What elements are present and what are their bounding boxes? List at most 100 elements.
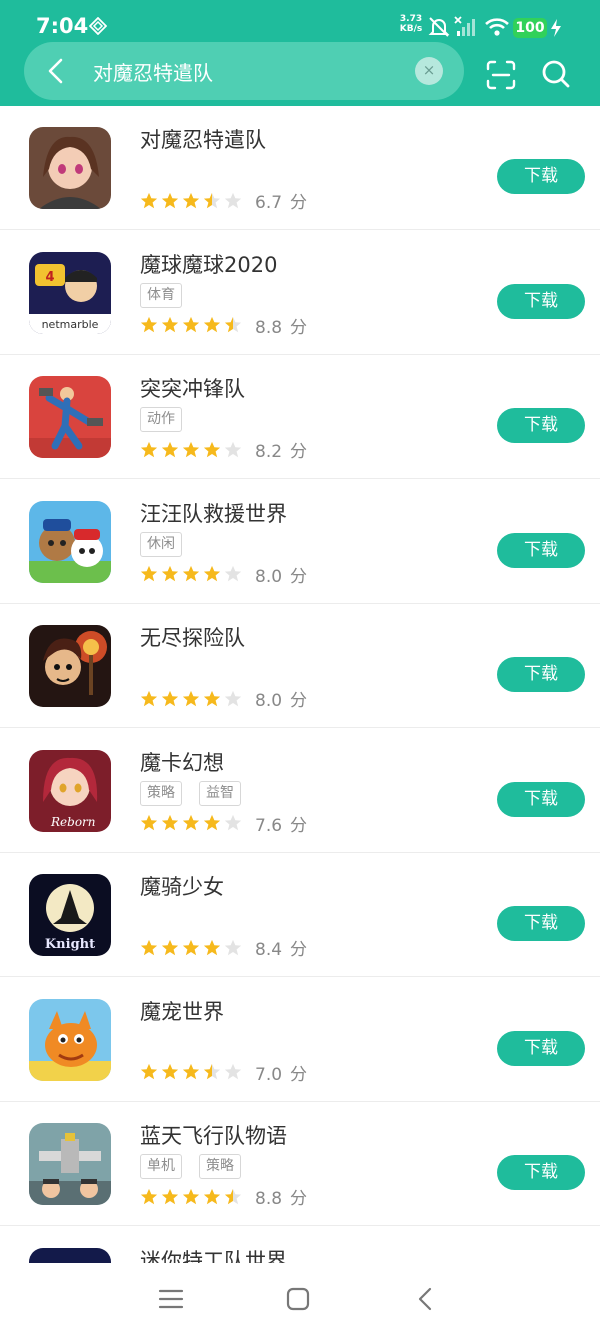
category-tag: 策略 [140, 780, 182, 806]
app-rating: 8.4 分 [140, 935, 307, 960]
rating-stars [140, 814, 242, 832]
app-list-item[interactable]: 汪汪队救援世界 休闲 8.0 分 下载 [0, 480, 600, 604]
charging-bolt-icon [551, 19, 561, 37]
star-full-icon [182, 814, 200, 831]
app-rating: 8.2 分 [140, 437, 307, 462]
search-icon[interactable] [538, 56, 574, 92]
star-full-icon [140, 441, 158, 457]
menu-icon[interactable] [157, 1285, 185, 1313]
torch-adventurer-icon[interactable] [29, 625, 111, 707]
score-value: 8.8 [255, 1189, 283, 1209]
svg-text:4: 4 [45, 270, 54, 285]
download-button[interactable]: 下载 [497, 906, 585, 941]
star-full-icon [182, 565, 200, 582]
rating-stars [140, 939, 242, 957]
app-list-item[interactable]: 蓝天飞行队物语 单机 策略 8.8 分 下载 [0, 1102, 600, 1226]
nav-back-icon[interactable] [412, 1285, 440, 1313]
app-tags: 策略 益智 [140, 780, 241, 806]
app-list-item[interactable]: 4 netmarble 魔球魔球2020 体育 8.8 分 下载 [0, 231, 600, 355]
rating-score: 8.8 分 [255, 1184, 307, 1209]
score-value: 7.6 [255, 815, 283, 836]
download-button[interactable]: 下载 [497, 532, 585, 568]
star-empty-icon [224, 814, 242, 831]
score-unit: 分 [290, 815, 308, 836]
download-button[interactable]: 下载 [497, 781, 585, 817]
star-empty-icon [224, 441, 242, 457]
star-empty-icon [224, 1063, 242, 1080]
star-half-icon [224, 316, 242, 333]
rating-stars [140, 565, 242, 583]
app-list-item[interactable]: 迷你特工队世界 下载 [0, 1227, 600, 1263]
star-full-icon [161, 1063, 179, 1080]
score-value: 6.7 [255, 193, 283, 213]
star-full-icon [182, 192, 200, 208]
star-full-icon [140, 814, 158, 831]
status-bar: 7:04 3.73 KB/s 100 [0, 0, 600, 44]
score-value: 8.2 [255, 442, 283, 462]
score-value: 8.8 [255, 317, 283, 338]
download-button[interactable]: 下载 [497, 408, 585, 443]
download-button[interactable]: 下载 [497, 159, 585, 194]
score-unit: 分 [290, 566, 308, 587]
star-full-icon [140, 1063, 158, 1080]
score-unit: 分 [290, 317, 308, 338]
app-list-item[interactable]: 魔宠世界 7.0 分 下载 [0, 978, 600, 1102]
rating-score: 7.6 分 [255, 811, 307, 836]
orange-dragon-icon[interactable] [29, 998, 111, 1081]
star-full-icon [140, 939, 158, 955]
stick-runner-icon[interactable] [29, 376, 111, 458]
search-input[interactable] [93, 56, 393, 86]
download-button[interactable]: 下载 [497, 1155, 585, 1190]
app-list-item[interactable]: Knight 魔骑少女 8.4 分 下载 [0, 853, 600, 977]
download-button[interactable]: 下载 [497, 657, 585, 692]
clear-search-button[interactable]: × [415, 57, 443, 85]
star-full-icon [140, 316, 158, 333]
app-name: 汪汪队救援世界 [140, 501, 287, 526]
star-full-icon [182, 1063, 200, 1080]
scan-icon[interactable] [484, 58, 518, 92]
app-list-item[interactable]: 无尽探险队 8.0 分 下载 [0, 604, 600, 728]
app-rating: 8.0 分 [140, 562, 307, 587]
app-name: 魔球魔球2020 [140, 252, 278, 277]
rating-score: 8.8 分 [255, 313, 307, 338]
app-tags: 动作 [140, 407, 182, 432]
anime-girl-icon[interactable] [29, 127, 111, 209]
reborn-girl-icon[interactable]: Reborn [29, 749, 111, 832]
category-tag: 策略 [199, 1154, 241, 1179]
star-full-icon [203, 1188, 221, 1204]
mini-agent-icon[interactable] [29, 1247, 111, 1263]
home-icon[interactable] [284, 1285, 312, 1313]
star-full-icon [203, 565, 221, 582]
app-list-item[interactable]: Reborn 魔卡幻想 策略 益智 7.6 分 下载 [0, 729, 600, 853]
pixel-airplane-icon[interactable] [29, 1123, 111, 1205]
star-full-icon [203, 939, 221, 955]
header-bar: 7:04 3.73 KB/s 100 对魔忍特遣队 × [0, 0, 600, 106]
back-arrow-icon[interactable] [40, 54, 74, 88]
paw-patrol-icon[interactable] [29, 500, 111, 583]
star-full-icon [203, 814, 221, 831]
app-list-item[interactable]: 突突冲锋队 动作 8.2 分 下载 [0, 355, 600, 479]
rating-score: 7.0 分 [255, 1060, 307, 1085]
score-value: 7.0 [255, 1064, 283, 1085]
star-empty-icon [224, 192, 242, 208]
app-rating: 8.0 分 [140, 686, 307, 711]
star-full-icon [161, 939, 179, 955]
star-empty-icon [224, 939, 242, 955]
star-full-icon [182, 690, 200, 706]
app-rating: 6.7 分 [140, 188, 307, 213]
svg-text:Reborn: Reborn [50, 815, 96, 829]
search-results-list: 对魔忍特遣队 6.7 分 下载 4 netmarble 魔球魔球2020 体育 8.… [0, 106, 600, 1263]
download-button[interactable]: 下载 [497, 283, 585, 319]
app-name: 突突冲锋队 [140, 377, 245, 401]
app-name: 魔骑少女 [140, 875, 224, 899]
download-button[interactable]: 下载 [497, 1030, 585, 1066]
netmarble-baseball-icon[interactable]: 4 netmarble [29, 251, 111, 334]
category-tag: 动作 [140, 407, 182, 432]
app-list-item[interactable]: 对魔忍特遣队 6.7 分 下载 [0, 106, 600, 230]
app-name: 魔宠世界 [140, 999, 224, 1024]
witchs-knight-icon[interactable]: Knight [29, 874, 111, 956]
score-value: 8.0 [255, 691, 283, 711]
app-tags: 体育 [140, 282, 182, 308]
rating-score: 6.7 分 [255, 188, 307, 213]
app-rating: 7.6 分 [140, 811, 307, 836]
